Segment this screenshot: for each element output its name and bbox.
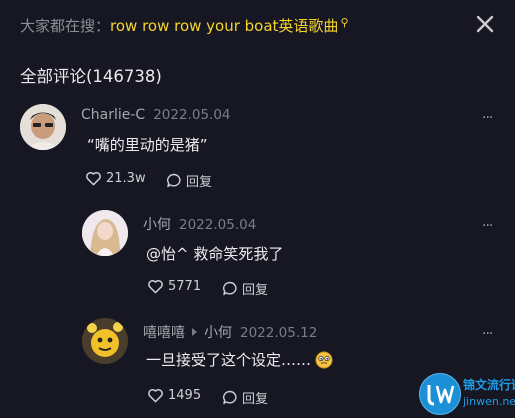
comment-author[interactable]: 小何 2022.05.04 bbox=[143, 214, 256, 234]
search-prefix: 大家都在搜： bbox=[20, 17, 111, 35]
reply-label: 回复 bbox=[186, 175, 213, 190]
comment-bubble-icon bbox=[223, 281, 237, 296]
comment-date: 2022.05.04 bbox=[153, 107, 231, 123]
heart-icon bbox=[86, 171, 101, 186]
comment-item: Charlie-C 2022.05.04 ··· “嘴的里动的是猪” 21.3w … bbox=[0, 100, 515, 200]
author-name[interactable]: 嘻嘻嘻 bbox=[143, 325, 185, 341]
avatar[interactable] bbox=[20, 104, 66, 150]
comment-text: @怡^ 救命笑死我了 bbox=[146, 245, 284, 263]
like-count: 21.3w bbox=[106, 171, 146, 186]
more-options-icon[interactable]: ··· bbox=[482, 326, 493, 342]
like-button[interactable]: 21.3w bbox=[85, 171, 146, 186]
reply-item: 小何 2022.05.04 ··· @怡^ 救命笑死我了 5771 回复 bbox=[0, 206, 515, 306]
search-term-link[interactable]: row row row your boat英语歌曲 bbox=[110, 17, 338, 35]
reply-button[interactable]: 回复 bbox=[166, 171, 212, 190]
reply-label: 回复 bbox=[242, 283, 269, 298]
comment-bubble-icon bbox=[223, 390, 237, 405]
comment-bubble-icon bbox=[167, 173, 181, 188]
search-icon[interactable]: ⚲ bbox=[340, 16, 348, 29]
reply-button[interactable]: 回复 bbox=[222, 388, 268, 407]
like-count: 5771 bbox=[168, 279, 202, 294]
comment-date: 2022.05.12 bbox=[240, 325, 318, 341]
comments-count-title: 全部评论(146738) bbox=[20, 67, 162, 86]
heart-icon bbox=[148, 279, 163, 294]
author-name[interactable]: 小何 bbox=[143, 217, 171, 233]
search-suggestion-bar: 大家都在搜：row row row your boat英语歌曲 ⚲ bbox=[0, 0, 515, 50]
comment-author[interactable]: 嘻嘻嘻 小何 2022.05.12 bbox=[143, 322, 317, 342]
watermark-logo-icon bbox=[419, 373, 461, 415]
comment-text-body: 一旦接受了这个设定…… bbox=[146, 351, 312, 369]
watermark: 锦文流行语 jinwen.net bbox=[419, 373, 515, 415]
close-icon[interactable] bbox=[474, 13, 496, 35]
watermark-name: 锦文流行语 bbox=[463, 378, 515, 392]
author-name[interactable]: Charlie-C bbox=[81, 107, 145, 123]
search-suggestion[interactable]: 大家都在搜：row row row your boat英语歌曲 ⚲ bbox=[20, 15, 349, 36]
comment-text: 一旦接受了这个设定…… bbox=[146, 349, 333, 370]
heart-icon bbox=[148, 388, 163, 403]
reply-to-name[interactable]: 小何 bbox=[204, 325, 232, 341]
more-options-icon[interactable]: ··· bbox=[482, 218, 493, 234]
avatar[interactable] bbox=[82, 318, 128, 364]
like-button[interactable]: 5771 bbox=[147, 279, 201, 294]
more-options-icon[interactable]: ··· bbox=[482, 110, 493, 126]
reply-button[interactable]: 回复 bbox=[222, 279, 268, 298]
reply-label: 回复 bbox=[242, 392, 269, 407]
comment-date: 2022.05.04 bbox=[179, 217, 257, 233]
avatar[interactable] bbox=[82, 210, 128, 256]
emoji-icon bbox=[315, 351, 333, 368]
reply-to-arrow-icon bbox=[192, 328, 197, 336]
like-button[interactable]: 1495 bbox=[147, 388, 201, 403]
comment-author[interactable]: Charlie-C 2022.05.04 bbox=[81, 107, 231, 123]
like-count: 1495 bbox=[168, 388, 202, 403]
watermark-url: jinwen.net bbox=[463, 395, 515, 408]
comment-text: “嘴的里动的是猪” bbox=[87, 136, 208, 154]
